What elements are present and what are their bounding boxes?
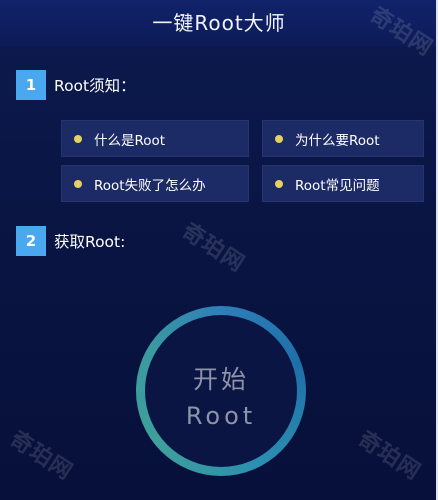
start-root-button-inner: 开始 Root <box>145 315 297 467</box>
faq-label: Root常见问题 <box>295 177 380 194</box>
faq-label: 什么是Root <box>94 132 166 149</box>
section-title: 获取Root: <box>54 233 126 251</box>
faq-label: 为什么要Root <box>295 132 380 149</box>
bullet-dot-icon <box>74 134 82 143</box>
watermark-logo: 奇珀网 <box>177 218 249 278</box>
root-label: Root <box>185 402 257 430</box>
faq-item-why-root[interactable]: 为什么要Root <box>262 120 424 157</box>
watermark-logo: 奇珀网 <box>5 426 77 486</box>
watermark-logo: 奇珀网 <box>353 426 425 486</box>
bullet-dot-icon <box>74 179 82 188</box>
section-title: Root须知： <box>54 77 136 95</box>
section-get-root: 2 获取Root: <box>16 226 125 256</box>
faq-label: Root失败了怎么办 <box>94 177 206 194</box>
faq-item-what-is-root[interactable]: 什么是Root <box>61 120 249 157</box>
section-number-badge: 1 <box>16 70 46 100</box>
section-root-notice: 1 Root须知： <box>16 70 136 100</box>
faq-item-common-questions[interactable]: Root常见问题 <box>262 165 424 202</box>
section-number-badge: 2 <box>16 226 46 256</box>
faq-item-root-failed[interactable]: Root失败了怎么办 <box>61 165 249 202</box>
bullet-dot-icon <box>275 179 283 188</box>
start-label: 开始 <box>192 365 249 394</box>
start-root-button[interactable]: 开始 Root <box>136 306 306 476</box>
bullet-dot-icon <box>275 134 283 143</box>
